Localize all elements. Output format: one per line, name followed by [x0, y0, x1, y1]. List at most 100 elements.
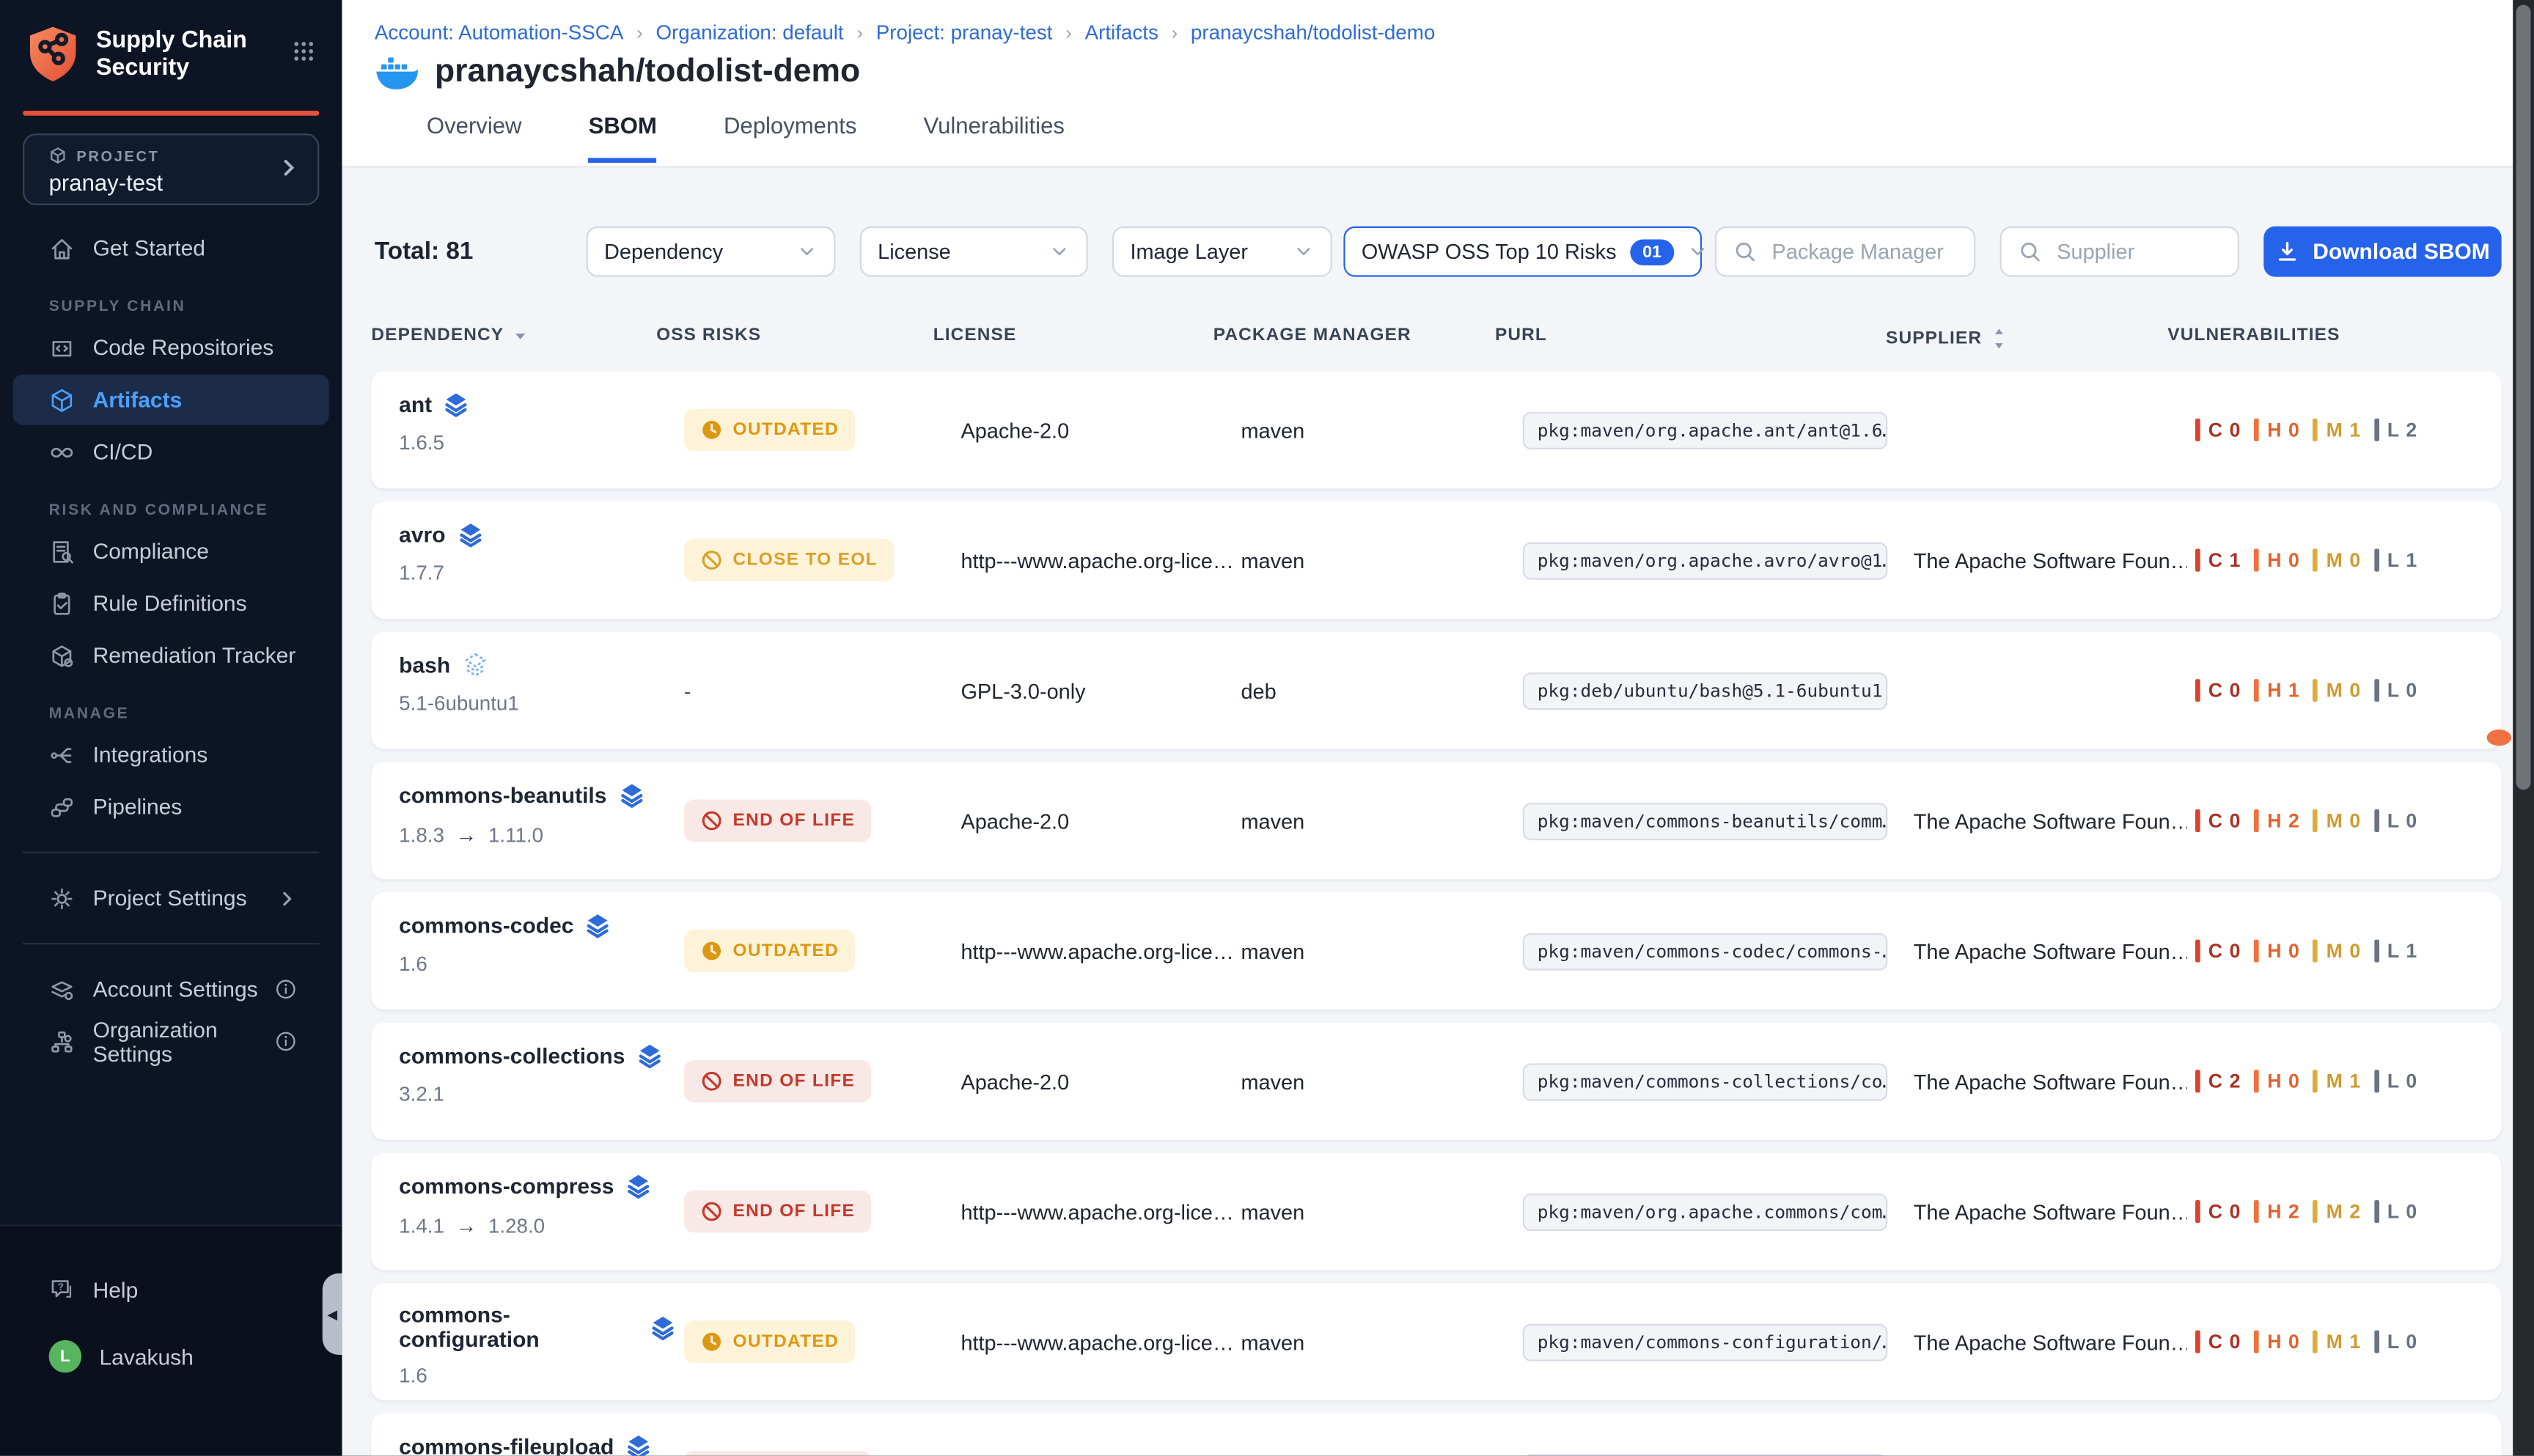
apps-grid-icon[interactable]	[292, 39, 316, 63]
table-row-ant[interactable]: ant1.6.5OUTDATEDApache-2.0mavenpkg:maven…	[371, 371, 2501, 488]
purl-value[interactable]: pkg:maven/commons-configuration/…	[1523, 1323, 1888, 1361]
filter-dependency[interactable]: Dependency	[587, 227, 836, 277]
tab-sbom[interactable]: SBOM	[589, 112, 657, 163]
table-row-commons-compress[interactable]: commons-compress1.4.1→1.28.0END OF LIFEh…	[371, 1153, 2501, 1271]
oss-risk-label: END OF LIFE	[732, 811, 855, 831]
table-row-commons-configuration[interactable]: commons-configuration1.6OUTDATEDhttp---w…	[371, 1283, 2501, 1400]
oss-risk-label: OUTDATED	[732, 1332, 839, 1352]
breadcrumb-link[interactable]: Artifacts	[1085, 21, 1158, 44]
oss-risk-label: END OF LIFE	[732, 1071, 855, 1091]
sidebar-item-ci-cd[interactable]: CI/CD	[13, 427, 329, 477]
vuln-severity-bar	[2313, 1070, 2318, 1092]
purl-value[interactable]: pkg:maven/commons-collections/co…	[1523, 1062, 1888, 1100]
purl-value[interactable]: pkg:maven/commons-codec/commons-…	[1523, 933, 1888, 970]
table-row-commons-collections[interactable]: commons-collections3.2.1 END OF LIFE Apach…	[371, 1023, 2501, 1140]
toolbar: Total: 81 DependencyLicenseImage LayerOW…	[342, 227, 2534, 277]
column-header-vulnerabilities[interactable]: VULNERABILITIES	[2167, 326, 2340, 345]
vuln-count-m: M 0	[2313, 679, 2362, 702]
layers-solid-icon	[618, 782, 644, 809]
sidebar-item-rule-definitions[interactable]: Rule Definitions	[13, 578, 329, 628]
license-cell: Apache-2.0	[961, 1023, 1234, 1140]
sidebar-item-label: Organization Settings	[93, 1017, 274, 1066]
dependency-cell: commons-codec1.6	[399, 892, 676, 1010]
license-cell: http---www.apache.org-lice…	[961, 892, 1234, 1010]
breadcrumb-link[interactable]: pranaycshah/todolist-demo	[1191, 21, 1435, 44]
vuln-count-h: H 1	[2254, 679, 2300, 702]
column-header-purl[interactable]: PURL	[1495, 326, 1547, 345]
purl-value[interactable]: pkg:maven/commons-beanutils/comm…	[1523, 802, 1888, 839]
oss-risk-cell: -	[684, 632, 952, 749]
artifact-box-icon	[49, 387, 76, 413]
upgrade-arrow-icon: →	[455, 1213, 477, 1238]
page-scrollbar[interactable]	[2513, 0, 2534, 1456]
user-avatar: L	[49, 1340, 81, 1372]
dependency-cell: commons-configuration1.6	[399, 1283, 676, 1400]
scrollbar-thumb[interactable]	[2516, 5, 2531, 790]
sidebar-item-artifacts[interactable]: Artifacts	[13, 375, 329, 425]
oss-risk-label: OUTDATED	[732, 420, 839, 440]
purl-cell: pkg:maven/commons-fileupload/com…	[1523, 1413, 1911, 1456]
vuln-count-h: H 0	[2254, 1070, 2300, 1092]
column-header-oss-risks[interactable]: OSS RISKS	[656, 326, 761, 345]
table-row-commons-beanutils[interactable]: commons-beanutils1.8.3→1.11.0 END OF LIFE…	[371, 762, 2501, 879]
package-manager-cell: maven	[1241, 1283, 1501, 1400]
breadcrumb-link[interactable]: Project: pranay-test	[876, 21, 1053, 44]
sidebar-item-get-started[interactable]: Get Started	[13, 223, 329, 273]
column-header-license[interactable]: LICENSE	[933, 326, 1017, 345]
table-row-commons-fileupload[interactable]: commons-fileuploadEND OF LIFEApache-2.0m…	[371, 1413, 2501, 1456]
sidebar-item-code-repositories[interactable]: Code Repositories	[13, 323, 329, 373]
filter-image-layer[interactable]: Image Layer	[1112, 227, 1332, 277]
clock-icon	[700, 419, 723, 441]
tab-deployments[interactable]: Deployments	[724, 112, 856, 163]
sidebar-collapse-handle[interactable]: ◀	[323, 1273, 342, 1355]
sidebar-item-integrations[interactable]: Integrations	[13, 729, 329, 780]
purl-value[interactable]: pkg:maven/org.apache.avro/avro@1…	[1523, 542, 1888, 579]
table-row-commons-codec[interactable]: commons-codec1.6OUTDATEDhttp---www.apach…	[371, 892, 2501, 1010]
dependency-version: 1.4.1→1.28.0	[399, 1213, 676, 1238]
breadcrumb-separator: ›	[636, 24, 643, 44]
sidebar-item-help[interactable]: ?Help	[13, 1257, 329, 1323]
dependency-cell: commons-beanutils1.8.3→1.11.0	[399, 762, 676, 879]
sidebar-item-lavakush[interactable]: LLavakush	[13, 1324, 329, 1389]
package-manager-input[interactable]	[1769, 238, 1958, 265]
column-header-label: DEPENDENCY	[371, 326, 504, 345]
supplier-input[interactable]	[2054, 238, 2222, 265]
sidebar-item-project-settings[interactable]: Project Settings	[13, 873, 329, 924]
purl-value[interactable]: pkg:maven/org.apache.ant/ant@1.6…	[1523, 411, 1888, 449]
dependency-cell: ant1.6.5	[399, 371, 676, 488]
vuln-count-m: M 2	[2313, 1200, 2362, 1223]
vuln-severity-bar	[2374, 419, 2379, 441]
dependency-cell: commons-collections3.2.1	[399, 1023, 676, 1140]
dependency-name: commons-configuration	[399, 1303, 639, 1352]
vuln-severity-bar	[2374, 679, 2379, 702]
column-header-dependency[interactable]: DEPENDENCY	[371, 326, 529, 345]
breadcrumb-link[interactable]: Account: Automation-SSCA	[375, 21, 624, 44]
clock-icon	[700, 940, 723, 963]
table-row-bash[interactable]: bash5.1-6ubuntu1-GPL-3.0-onlydebpkg:deb/…	[371, 632, 2501, 749]
purl-value[interactable]: pkg:maven/org.apache.commons/com…	[1523, 1193, 1888, 1230]
column-header-package-manager[interactable]: PACKAGE MANAGER	[1213, 326, 1411, 345]
sidebar-item-pipelines[interactable]: Pipelines	[13, 782, 329, 832]
vuln-count-l: L 1	[2374, 940, 2417, 963]
filter-license[interactable]: License	[860, 227, 1088, 277]
table-row-avro[interactable]: avro1.7.7CLOSE TO EOLhttp---www.apache.o…	[371, 501, 2501, 619]
breadcrumb-link[interactable]: Organization: default	[655, 21, 843, 44]
tab-vulnerabilities[interactable]: Vulnerabilities	[924, 112, 1065, 163]
layers-solid-icon	[444, 391, 470, 419]
sidebar-item-remediation-tracker[interactable]: Remediation Tracker	[13, 630, 329, 681]
download-sbom-button[interactable]: Download SBOM	[2263, 227, 2501, 277]
sidebar-item-account-settings[interactable]: Account Settings	[13, 964, 329, 1015]
tab-overview[interactable]: Overview	[427, 112, 522, 163]
sidebar-item-organization-settings[interactable]: Organization Settings	[13, 1016, 329, 1067]
column-header-supplier[interactable]: SUPPLIER	[1886, 326, 2008, 352]
nav-section-heading: MANAGE	[49, 705, 329, 723]
vuln-severity-label: C 0	[2208, 679, 2241, 702]
purl-value[interactable]: pkg:deb/ubuntu/bash@5.1-6ubuntu1	[1523, 672, 1888, 709]
purl-value[interactable]: pkg:maven/commons-fileupload/com…	[1523, 1453, 1888, 1455]
sidebar-item-compliance[interactable]: Compliance	[13, 526, 329, 576]
vuln-severity-bar	[2254, 1200, 2259, 1223]
dependency-cell: commons-fileupload	[399, 1413, 676, 1456]
dependency-name: commons-fileupload	[399, 1435, 614, 1456]
project-selector[interactable]: PROJECT pranay-test	[23, 133, 319, 205]
filter-owasp-oss-top-10-risks[interactable]: OWASP OSS Top 10 Risks01	[1343, 227, 1702, 277]
